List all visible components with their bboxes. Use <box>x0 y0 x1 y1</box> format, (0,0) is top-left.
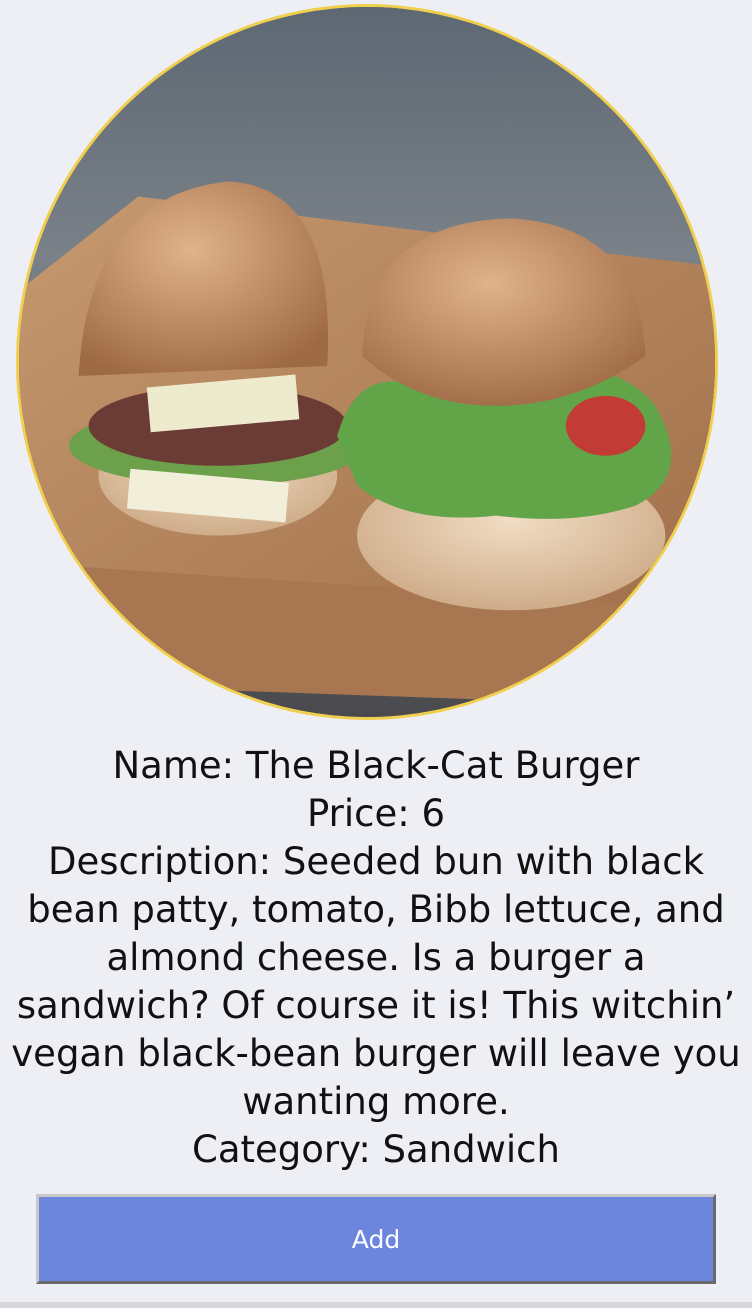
item-price: Price: 6 <box>306 792 446 835</box>
burger-image <box>19 7 715 717</box>
item-category: Category: Sandwich <box>192 1128 560 1171</box>
bottom-divider <box>0 1302 752 1308</box>
item-name: Name: The Black-Cat Burger <box>112 744 640 787</box>
item-details: Name: The Black-Cat Burger Price: 6 Desc… <box>10 742 742 1174</box>
item-description: Description: Seeded bun with black bean … <box>11 840 741 1123</box>
add-button[interactable]: Add <box>36 1194 716 1284</box>
item-photo <box>16 4 718 720</box>
menu-item-card: Name: The Black-Cat Burger Price: 6 Desc… <box>0 0 752 1308</box>
